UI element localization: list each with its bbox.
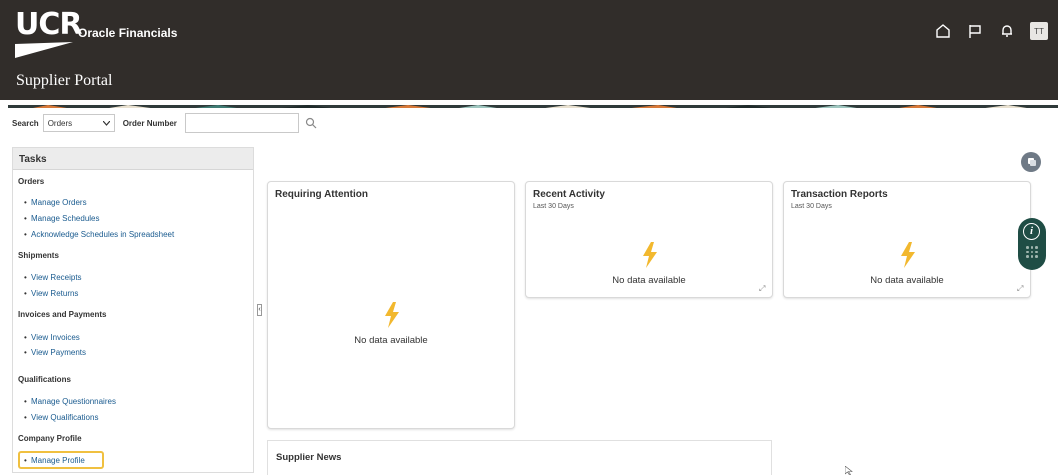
task-manage-orders[interactable]: Manage Orders <box>13 198 87 207</box>
home-icon[interactable] <box>934 22 952 40</box>
order-number-input[interactable] <box>184 113 299 133</box>
search-label: Search <box>12 118 39 128</box>
search-type-value: Orders <box>47 118 73 128</box>
recent-activity-card: Recent Activity Last 30 Days No data ava… <box>525 181 773 298</box>
mouse-cursor-icon <box>845 466 853 475</box>
section-title-shipments: Shipments <box>18 251 59 260</box>
order-search-bar: Search Orders Order Number <box>12 113 317 133</box>
expand-icon[interactable]: ⤢ <box>759 285 767 293</box>
task-manage-questionnaires[interactable]: Manage Questionnaires <box>13 397 116 406</box>
info-assistant-button[interactable]: i <box>1018 218 1046 270</box>
tasks-title: Tasks <box>13 148 253 170</box>
no-data-message: No data available <box>870 275 944 286</box>
task-manage-profile[interactable]: Manage Profile <box>13 456 85 465</box>
card-title: Supplier News <box>276 452 342 463</box>
task-view-receipts[interactable]: View Receipts <box>13 273 82 282</box>
task-view-returns[interactable]: View Returns <box>13 289 78 298</box>
requiring-attention-card: Requiring Attention No data available <box>267 181 515 429</box>
section-title-orders: Orders <box>18 177 45 186</box>
app-header: UCR Oracle Financials Supplier Portal TT <box>0 0 1058 100</box>
transaction-reports-card: Transaction Reports Last 30 Days No data… <box>783 181 1031 298</box>
logo-text: UCR <box>15 7 82 42</box>
card-subtitle: Last 30 Days <box>533 203 574 210</box>
card-title: Transaction Reports <box>791 189 888 200</box>
no-data-message: No data available <box>354 335 428 346</box>
header-banner <box>8 100 1058 108</box>
task-view-payments[interactable]: View Payments <box>13 348 86 357</box>
card-title: Recent Activity <box>533 189 605 200</box>
layers-icon <box>1028 158 1036 166</box>
task-view-invoices[interactable]: View Invoices <box>13 333 80 342</box>
personalize-button[interactable] <box>1021 152 1041 172</box>
order-number-label: Order Number <box>122 118 177 128</box>
info-icon: i <box>1023 223 1040 240</box>
flag-icon[interactable] <box>966 22 984 40</box>
supplier-news-card: Supplier News <box>267 440 772 475</box>
card-title: Requiring Attention <box>275 189 368 200</box>
tasks-panel: Tasks Orders Manage Orders Manage Schedu… <box>12 147 254 473</box>
chevron-down-icon <box>102 120 110 126</box>
search-icon[interactable] <box>305 117 317 129</box>
header-actions: TT <box>934 20 1048 42</box>
panel-collapse-handle[interactable]: ‹ <box>257 304 262 316</box>
avatar[interactable]: TT <box>1030 22 1048 40</box>
no-data-message: No data available <box>612 275 686 286</box>
lightning-icon <box>385 302 399 328</box>
task-acknowledge-schedules[interactable]: Acknowledge Schedules in Spreadsheet <box>13 230 174 239</box>
search-type-select[interactable]: Orders <box>42 114 115 132</box>
app-name: Oracle Financials <box>78 26 178 40</box>
section-title-company-profile: Company Profile <box>18 434 82 443</box>
card-subtitle: Last 30 Days <box>791 203 832 210</box>
section-title-invoices-payments: Invoices and Payments <box>18 310 107 319</box>
task-view-qualifications[interactable]: View Qualifications <box>13 413 98 422</box>
lightning-icon <box>901 242 915 268</box>
bell-icon[interactable] <box>998 22 1016 40</box>
task-manage-schedules[interactable]: Manage Schedules <box>13 214 100 223</box>
grid-dots-icon <box>1026 246 1038 258</box>
ucr-logo[interactable]: UCR <box>15 7 82 58</box>
expand-icon[interactable]: ⤢ <box>1017 285 1025 293</box>
section-title-qualifications: Qualifications <box>18 375 71 384</box>
page-title: Supplier Portal <box>16 72 113 89</box>
lightning-icon <box>643 242 657 268</box>
